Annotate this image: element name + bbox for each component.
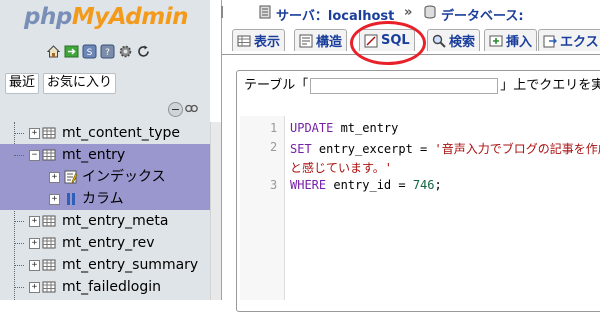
docs-icon[interactable]: ? bbox=[100, 44, 115, 59]
tab-browse[interactable]: 表示 bbox=[232, 29, 286, 51]
tree-item-indexes[interactable]: + インデックス bbox=[0, 166, 210, 188]
breadcrumb-database[interactable]: データベース: bbox=[441, 5, 524, 24]
tree-item-table-selected[interactable]: − mt_entry bbox=[0, 144, 210, 166]
server-icon bbox=[258, 5, 272, 23]
tree-controls: − bbox=[168, 102, 198, 117]
structure-icon bbox=[299, 34, 313, 48]
index-icon bbox=[64, 170, 78, 184]
browse-icon bbox=[237, 34, 251, 48]
highlight-ring bbox=[350, 21, 426, 65]
collapse-icon[interactable]: − bbox=[29, 150, 40, 161]
expand-icon[interactable]: + bbox=[29, 216, 40, 227]
database-icon bbox=[423, 5, 437, 23]
query-legend: テーブル「 」上でクエリを実 bbox=[242, 74, 600, 94]
export-icon bbox=[543, 34, 557, 48]
expand-icon[interactable]: + bbox=[49, 194, 60, 205]
line-number: 2 bbox=[270, 140, 278, 154]
tab-export[interactable]: エクス bbox=[538, 29, 600, 51]
search-icon bbox=[432, 34, 446, 48]
expand-icon[interactable]: + bbox=[49, 172, 60, 183]
table-icon bbox=[42, 214, 56, 228]
link-icon[interactable] bbox=[185, 102, 198, 115]
tab-structure[interactable]: 構造 bbox=[294, 29, 348, 51]
menu-toggle-icon[interactable] bbox=[221, 5, 227, 23]
svg-text:S: S bbox=[87, 48, 93, 58]
insert-icon bbox=[489, 34, 503, 48]
reload-icon[interactable] bbox=[136, 44, 151, 59]
tree-item-table[interactable]: + mt_entry_summary bbox=[0, 254, 210, 276]
line-number: 3 bbox=[270, 178, 278, 192]
exit-icon[interactable] bbox=[64, 44, 79, 59]
breadcrumb-separator: » bbox=[404, 5, 413, 20]
home-icon[interactable] bbox=[46, 44, 61, 59]
tab-insert[interactable]: 挿入 bbox=[484, 29, 538, 51]
line-number-gutter bbox=[240, 116, 285, 300]
main-pane: サーバ：localhost » データベース: 表示 構造 SQL 検索 挿入 … bbox=[221, 0, 600, 312]
code-line: SET entry_excerpt = '音声入力でブログの記事を作成 bbox=[290, 142, 600, 156]
tree-item-table[interactable]: + mt_content_type bbox=[0, 122, 210, 144]
tree-item-table[interactable]: + mt_failedlogin bbox=[0, 276, 210, 298]
svg-text:?: ? bbox=[105, 48, 110, 58]
line-number: 1 bbox=[270, 121, 278, 135]
settings-icon[interactable] bbox=[118, 44, 133, 59]
table-icon bbox=[42, 148, 56, 162]
phpmyadmin-logo[interactable]: phpMyAdmin bbox=[24, 4, 188, 30]
query-window-icon[interactable]: S bbox=[82, 44, 97, 59]
table-icon bbox=[42, 126, 56, 140]
expand-icon[interactable]: + bbox=[29, 282, 40, 293]
expand-icon[interactable]: + bbox=[29, 238, 40, 249]
sql-editor[interactable]: 1 2 3 UPDATE mt_entry SET entry_excerpt … bbox=[240, 104, 600, 300]
table-icon bbox=[42, 236, 56, 250]
code-line: と感じています。' bbox=[290, 161, 393, 175]
tree-item-table[interactable]: + mt_entry_meta bbox=[0, 210, 210, 232]
table-name-field bbox=[310, 77, 499, 94]
collapse-all-icon[interactable]: − bbox=[168, 102, 183, 117]
expand-icon[interactable]: + bbox=[29, 128, 40, 139]
nav-icon-bar: S ? bbox=[46, 44, 151, 59]
nav-tab-recent[interactable]: 最近 bbox=[5, 73, 40, 94]
columns-icon bbox=[64, 192, 78, 206]
expand-icon[interactable]: + bbox=[29, 260, 40, 271]
table-icon bbox=[42, 258, 56, 272]
navigation-panel: phpMyAdmin S ? 最近 お気に入り − + mt_content_t… bbox=[0, 0, 210, 300]
nav-tab-bar: 最近 お気に入り bbox=[5, 73, 117, 94]
code-line: WHERE entry_id = 746; bbox=[290, 178, 442, 192]
tab-search[interactable]: 検索 bbox=[427, 29, 481, 51]
breadcrumb: サーバ：localhost » データベース: bbox=[221, 0, 600, 26]
code-line: UPDATE mt_entry bbox=[290, 121, 399, 135]
tree-item-table[interactable]: + mt_entry_rev bbox=[0, 232, 210, 254]
table-icon bbox=[42, 280, 56, 294]
tree-item-columns[interactable]: + カラム bbox=[0, 188, 210, 210]
nav-tab-favorites[interactable]: お気に入り bbox=[43, 73, 117, 94]
